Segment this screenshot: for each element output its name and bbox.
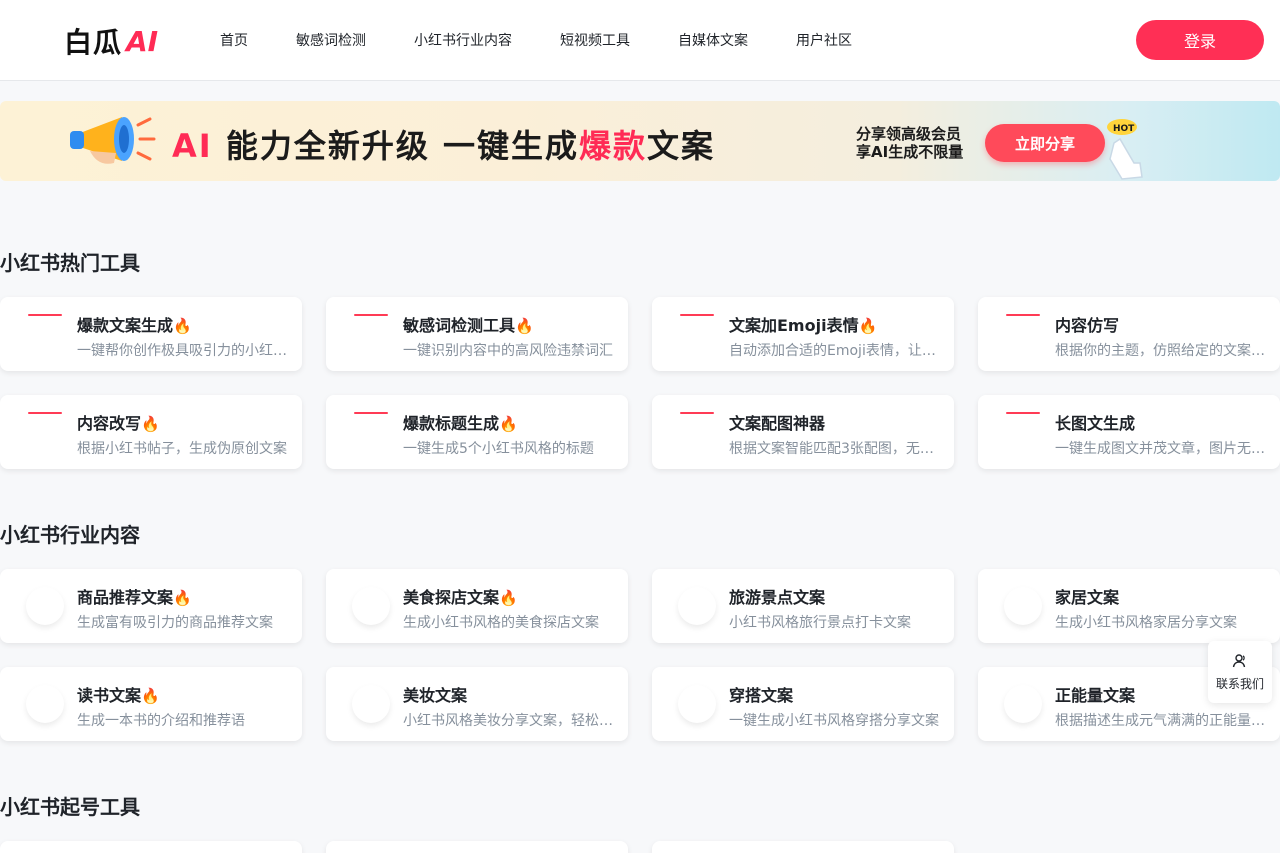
svg-text:HOT: HOT xyxy=(1113,124,1135,134)
contact-us-button[interactable]: 联系我们 xyxy=(1208,641,1272,703)
tool-card[interactable]: 爆款文案生成🔥 一键帮你创作极具吸引力的小红书文案 xyxy=(0,297,302,371)
card-accent-line xyxy=(1006,314,1040,316)
industry-card[interactable]: 商品推荐文案🔥 生成富有吸引力的商品推荐文案 xyxy=(0,569,302,643)
nav-community[interactable]: 用户社区 xyxy=(796,30,852,50)
logo-ai: AI xyxy=(126,24,159,58)
card-accent-line xyxy=(680,314,714,316)
tool-card[interactable]: 内容仿写 根据你的主题，仿照给定的文案进行创作 xyxy=(978,297,1280,371)
header: 白瓜 AI 首页 敏感词检测 小红书行业内容 短视频工具 自媒体文案 用户社区 … xyxy=(0,0,1280,81)
tool-card[interactable]: 内容改写🔥 根据小红书帖子，生成伪原创文案 xyxy=(0,395,302,469)
industry-card[interactable]: 美妆文案 小红书风格美妆分享文案，轻松种草 xyxy=(326,667,628,741)
section-title-hot-tools: 小红书热门工具 xyxy=(0,251,140,275)
industry-card[interactable]: 穿搭文案 一键生成小红书风格穿搭分享文案 xyxy=(652,667,954,741)
fire-icon: 🔥 xyxy=(173,589,192,607)
card-accent-line xyxy=(354,314,388,316)
card-icon xyxy=(352,587,390,625)
fire-icon: 🔥 xyxy=(499,415,518,433)
tool-card[interactable] xyxy=(652,841,954,853)
pointing-hand-icon: HOT xyxy=(1107,119,1143,180)
card-accent-line xyxy=(28,314,62,316)
fire-icon: 🔥 xyxy=(141,415,160,433)
fire-icon: 🔥 xyxy=(499,589,518,607)
section-title-account-tools: 小红书起号工具 xyxy=(0,795,140,819)
banner-title: AI 能力全新升级 一键生成爆款文案 xyxy=(172,127,715,165)
contact-us-label: 联系我们 xyxy=(1215,676,1264,691)
share-button[interactable]: 立即分享 xyxy=(985,124,1105,162)
card-icon xyxy=(26,685,64,723)
nav-xhs-industry[interactable]: 小红书行业内容 xyxy=(414,30,512,50)
card-accent-line xyxy=(680,412,714,414)
nav-short-video[interactable]: 短视频工具 xyxy=(560,30,630,50)
fire-icon: 🔥 xyxy=(515,317,534,335)
fire-icon: 🔥 xyxy=(858,317,878,335)
card-accent-line xyxy=(354,412,388,414)
banner-side-text: 分享领高级会员 享AI生成不限量 xyxy=(856,125,964,161)
card-icon xyxy=(678,587,716,625)
logo-text: 白瓜 xyxy=(64,26,123,59)
card-icon xyxy=(1004,685,1042,723)
card-icon xyxy=(678,685,716,723)
card-icon xyxy=(1004,587,1042,625)
tool-card[interactable] xyxy=(326,841,628,853)
user-icon xyxy=(1232,653,1246,667)
industry-card[interactable]: 读书文案🔥 生成一本书的介绍和推荐语 xyxy=(0,667,302,741)
card-icon xyxy=(352,685,390,723)
tool-card[interactable]: 文案加Emoji表情🔥 自动添加合适的Emoji表情，让文案更生动 xyxy=(652,297,954,371)
tool-card[interactable] xyxy=(0,841,302,853)
tool-card[interactable]: 敏感词检测工具🔥 一键识别内容中的高风险违禁词汇 xyxy=(326,297,628,371)
nav-home[interactable]: 首页 xyxy=(220,30,248,50)
section-title-industry: 小红书行业内容 xyxy=(0,523,140,547)
tool-card[interactable]: 爆款标题生成🔥 一键生成5个小红书风格的标题 xyxy=(326,395,628,469)
nav-media-copy[interactable]: 自媒体文案 xyxy=(678,30,748,50)
card-accent-line xyxy=(1006,412,1040,414)
industry-card[interactable]: 家居文案 生成小红书风格家居分享文案 xyxy=(978,569,1280,643)
card-accent-line xyxy=(28,412,62,414)
promo-banner[interactable]: AI 能力全新升级 一键生成爆款文案 分享领高级会员 享AI生成不限量 立即分享… xyxy=(0,101,1280,181)
tool-card[interactable]: 长图文生成 一键生成图文并茂文章，图片无需再找 xyxy=(978,395,1280,469)
main-nav: 首页 敏感词检测 小红书行业内容 短视频工具 自媒体文案 用户社区 xyxy=(220,30,900,50)
login-button[interactable]: 登录 xyxy=(1136,20,1264,60)
logo[interactable]: 白瓜 AI xyxy=(64,24,159,60)
tool-card[interactable]: 文案配图神器 根据文案智能匹配3张配图，无需再找图 xyxy=(652,395,954,469)
fire-icon: 🔥 xyxy=(173,317,192,335)
fire-icon: 🔥 xyxy=(141,687,160,705)
industry-card[interactable]: 旅游景点文案 小红书风格旅行景点打卡文案 xyxy=(652,569,954,643)
nav-sensitive-words[interactable]: 敏感词检测 xyxy=(296,30,366,50)
megaphone-icon xyxy=(70,117,156,164)
card-icon xyxy=(26,587,64,625)
industry-card[interactable]: 美食探店文案🔥 生成小红书风格的美食探店文案 xyxy=(326,569,628,643)
